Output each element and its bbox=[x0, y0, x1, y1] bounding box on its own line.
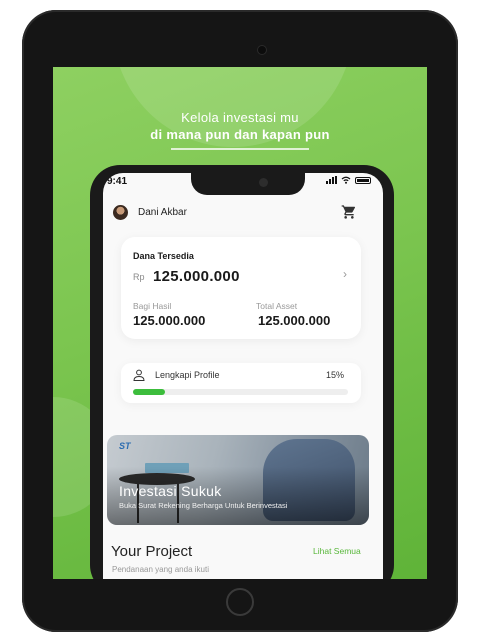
phone-notch bbox=[191, 173, 305, 195]
total-asset-label: Total Asset bbox=[256, 301, 298, 311]
project-section-subtitle: Pendanaan yang anda ikuti bbox=[112, 565, 209, 574]
notch-camera bbox=[259, 178, 268, 187]
wifi-icon bbox=[341, 176, 351, 184]
balance-value: 125.000.000 bbox=[153, 268, 240, 285]
headline-line-2: di mana pun dan kapan pun bbox=[150, 127, 330, 142]
profile-progress-track bbox=[133, 389, 348, 395]
balance-label: Dana Tersedia bbox=[133, 251, 194, 261]
sukuk-banner[interactable]: ST Investasi Sukuk Buka Surat Rekening B… bbox=[107, 435, 369, 525]
profile-completion-card[interactable]: Lengkapi Profile 15% bbox=[121, 363, 361, 403]
tablet-camera bbox=[258, 46, 266, 54]
banner-subtitle: Buka Surat Rekening Berharga Untuk Berin… bbox=[119, 501, 288, 510]
banner-overlay bbox=[107, 435, 369, 525]
headline-divider bbox=[171, 148, 309, 150]
user-name: Dani Akbar bbox=[138, 207, 187, 218]
profit-share-label: Bagi Hasil bbox=[133, 301, 172, 311]
user-outline-icon bbox=[133, 369, 145, 381]
chevron-right-icon[interactable]: › bbox=[343, 267, 347, 281]
profile-completion-percent: 15% bbox=[326, 370, 345, 380]
profile-progress-fill bbox=[133, 389, 166, 395]
balance-card[interactable]: Dana Tersedia Rp 125.000.000 › Bagi Hasi… bbox=[121, 237, 361, 339]
phone-screen: 9:41 Dani Akbar Dana Tersedia Rp 125.000… bbox=[103, 173, 383, 579]
status-icons bbox=[326, 176, 371, 184]
status-time: 9:41 bbox=[107, 176, 128, 187]
project-section-title: Your Project bbox=[111, 543, 193, 560]
profile-completion-label: Lengkapi Profile bbox=[155, 370, 220, 380]
signal-icon bbox=[326, 176, 337, 184]
battery-icon bbox=[355, 176, 371, 184]
banner-title: Investasi Sukuk bbox=[119, 483, 222, 499]
total-asset-value: 125.000.000 bbox=[258, 313, 331, 328]
tablet-screen: Kelola investasi mu di mana pun dan kapa… bbox=[53, 67, 427, 579]
phone-frame: 9:41 Dani Akbar Dana Tersedia Rp 125.000… bbox=[90, 165, 394, 579]
profit-share-value: 125.000.000 bbox=[133, 313, 206, 328]
see-all-link[interactable]: Lihat Semua bbox=[313, 546, 361, 556]
cart-icon[interactable] bbox=[341, 204, 357, 220]
banner-logo: ST bbox=[119, 441, 131, 451]
headline-line-1: Kelola investasi mu bbox=[181, 110, 299, 125]
currency-label: Rp bbox=[133, 272, 145, 282]
avatar[interactable] bbox=[113, 205, 128, 220]
home-button[interactable] bbox=[226, 588, 254, 616]
